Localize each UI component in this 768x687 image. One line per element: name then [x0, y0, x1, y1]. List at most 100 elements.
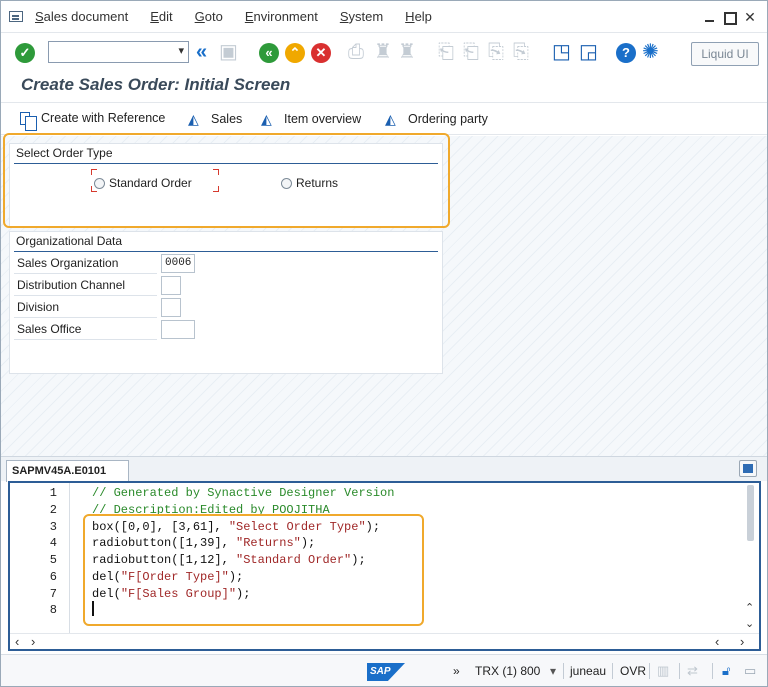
close-window-icon[interactable]: ✕: [741, 8, 759, 26]
sap-window: Sales document Edit Goto Environment Sys…: [0, 0, 768, 687]
line-number: 8: [49, 603, 57, 617]
menu-system[interactable]: System: [340, 9, 383, 24]
enter-check-icon[interactable]: ✓: [15, 43, 35, 63]
chevron-left-icon[interactable]: ‹: [15, 634, 19, 649]
status-expand-chevron[interactable]: »: [453, 664, 460, 678]
chevron-up-icon[interactable]: ⌃: [745, 601, 754, 614]
chart-icon: ▥: [657, 663, 670, 678]
group-divider: [14, 251, 438, 252]
menu-environment[interactable]: Environment: [245, 9, 318, 24]
mountain-icon: ◭: [188, 111, 199, 127]
command-input[interactable]: [51, 44, 169, 60]
new-session-icon[interactable]: ◳: [552, 40, 571, 64]
line-number: 2: [49, 503, 57, 517]
distribution-channel-field[interactable]: [161, 276, 181, 295]
vertical-scrollbar[interactable]: ⌃ ⌄: [743, 483, 759, 633]
insert-mode: OVR: [620, 664, 647, 678]
sales-office-field[interactable]: [161, 320, 195, 339]
menu-items: Sales document Edit Goto Environment Sys…: [35, 9, 454, 24]
title-area: Create Sales Order: Initial Screen: [1, 75, 767, 101]
print-icon: ⎙: [348, 41, 364, 63]
mountain-icon: ◭: [261, 111, 272, 127]
window-controls: ✕: [699, 8, 759, 26]
status-bar: SAP » TRX (1) 800 ▾ juneau OVR ▥ ⇄ 🔓︎ ▭: [1, 654, 767, 686]
gear-icon[interactable]: ✺: [642, 40, 659, 64]
chevron-down-icon[interactable]: ⌄: [745, 617, 754, 630]
group-title: Organizational Data: [16, 234, 123, 248]
sales-office-label: Sales Office: [14, 319, 157, 340]
find-next-icon: ♜: [398, 41, 416, 63]
save-icon: ▣: [219, 41, 238, 63]
back-icon[interactable]: «: [259, 43, 279, 63]
status-separator: [649, 663, 650, 679]
dropdown-caret-icon[interactable]: ▾: [550, 664, 556, 678]
script-highlight: [83, 514, 424, 626]
script-editor[interactable]: 1 2 3 4 5 6 7 8 // Generated by Synactiv…: [8, 481, 761, 651]
scrollbar-thumb[interactable]: [747, 485, 754, 541]
lock-icon[interactable]: 🔓︎: [722, 663, 730, 679]
transaction-info: TRX (1) 800: [475, 664, 541, 678]
item-overview-label: Item overview: [284, 112, 362, 126]
line-number: 3: [49, 520, 57, 534]
previous-page-icon: ⎗: [463, 41, 479, 63]
ordering-party-button[interactable]: ◭ Ordering party: [385, 111, 488, 127]
page-icon[interactable]: ▭: [744, 663, 756, 679]
ordering-party-label: Ordering party: [408, 112, 488, 126]
line-number: 7: [49, 587, 57, 601]
find-icon: ♜: [374, 41, 392, 63]
order-type-highlight: [3, 133, 450, 228]
save-script-icon[interactable]: [739, 460, 757, 477]
distribution-channel-label: Distribution Channel: [14, 275, 157, 296]
sales-label: Sales: [211, 112, 243, 126]
menu-help[interactable]: Help: [405, 9, 432, 24]
chevron-down-icon[interactable]: ▾: [178, 44, 184, 57]
maximize-icon[interactable]: [721, 8, 739, 26]
menu-sales-document[interactable]: Sales document: [35, 9, 128, 24]
next-page-icon: ⎘: [488, 41, 504, 63]
sales-organization-field[interactable]: 0006: [161, 254, 195, 273]
status-separator: [712, 663, 713, 679]
line-number: 1: [49, 486, 57, 500]
status-separator: [563, 663, 564, 679]
horizontal-scrollbar[interactable]: ‹ › ‹ ›: [10, 633, 759, 649]
chevron-right-icon[interactable]: ›: [31, 634, 35, 649]
minimize-icon[interactable]: [701, 8, 719, 26]
last-page-icon: ⎘: [513, 41, 529, 63]
liquid-ui-button[interactable]: Liquid UI: [691, 42, 759, 66]
server-name: juneau: [570, 664, 607, 678]
command-field[interactable]: ▾: [48, 41, 189, 63]
sap-logo: SAP: [367, 663, 405, 681]
division-label: Division: [14, 297, 157, 318]
status-separator: [679, 663, 680, 679]
copy-document-icon: [20, 111, 37, 131]
system-toolbar: ✓ ▾ « ▣ « ⌃ ✕ ⎙ ♜ ♜ ⎗ ⎗ ⎘ ⎘ ◳ ◲ ? ✺ Liqu…: [1, 34, 767, 74]
double-chevron-left-icon[interactable]: «: [196, 40, 207, 64]
application-toolbar: Create with Reference ◭ Sales ◭ Item ove…: [1, 102, 767, 135]
system-menu-icon[interactable]: [9, 11, 23, 22]
shortcut-icon[interactable]: ◲: [579, 40, 598, 64]
sales-button[interactable]: ◭ Sales: [188, 111, 242, 127]
division-field[interactable]: [161, 298, 181, 317]
mountain-icon: ◭: [385, 111, 396, 127]
line-number: 5: [49, 553, 57, 567]
item-overview-button[interactable]: ◭ Item overview: [261, 111, 361, 127]
line-number-gutter: 1 2 3 4 5 6 7 8: [10, 483, 70, 633]
page-title: Create Sales Order: Initial Screen: [21, 75, 291, 94]
cancel-icon[interactable]: ✕: [311, 43, 331, 63]
exchange-icon: ⇄: [687, 663, 698, 678]
first-page-icon: ⎗: [438, 41, 454, 63]
menu-edit[interactable]: Edit: [150, 9, 172, 24]
editor-tab-bar: SAPMV45A.E0101: [1, 456, 767, 482]
script-tab[interactable]: SAPMV45A.E0101: [6, 460, 129, 482]
status-separator: [612, 663, 613, 679]
organizational-data-group: Organizational Data Sales Organization 0…: [9, 231, 443, 374]
chevron-right-icon[interactable]: ›: [740, 634, 744, 649]
exit-icon[interactable]: ⌃: [285, 43, 305, 63]
line-number: 6: [49, 570, 57, 584]
help-icon[interactable]: ?: [616, 43, 636, 63]
menu-bar: Sales document Edit Goto Environment Sys…: [1, 1, 767, 33]
chevron-left-icon[interactable]: ‹: [715, 634, 719, 649]
create-with-reference-label: Create with Reference: [41, 111, 166, 125]
menu-goto[interactable]: Goto: [195, 9, 223, 24]
create-with-reference-button[interactable]: Create with Reference: [20, 111, 166, 131]
